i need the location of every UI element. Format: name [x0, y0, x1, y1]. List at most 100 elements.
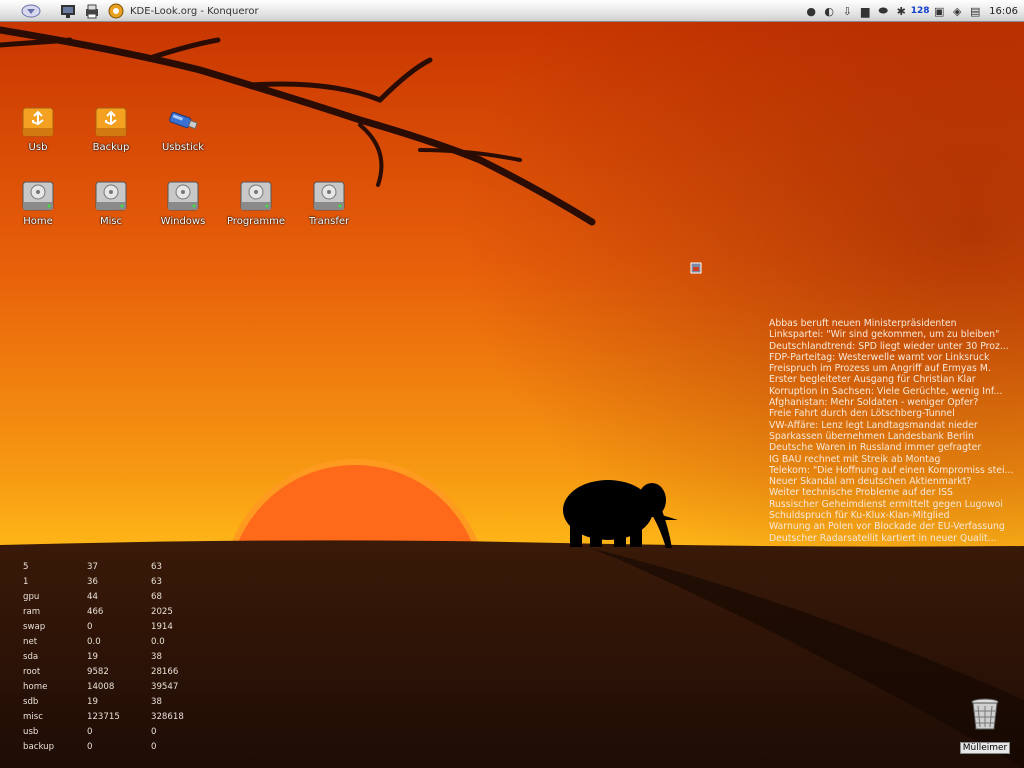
- news-item[interactable]: Russischer Geheimdienst ermittelt gegen …: [769, 499, 1019, 510]
- sysmon-label: backup: [23, 742, 55, 752]
- news-item[interactable]: Abbas beruft neuen Ministerpräsidenten: [769, 318, 1019, 329]
- desktop-icon-label: Transfer: [308, 216, 350, 227]
- disk-mount-icon[interactable]: ⬬: [875, 3, 891, 19]
- news-item[interactable]: Korruption in Sachsen: Viele Gerüchte, w…: [769, 386, 1019, 397]
- sysmon-label: swap: [23, 622, 46, 632]
- desktop-icon-misc[interactable]: Misc: [79, 178, 143, 227]
- sysmon-total: 328618: [151, 712, 184, 722]
- desktop-icon-programme[interactable]: Programme: [224, 178, 288, 227]
- news-item[interactable]: Erster begleiteter Ausgang für Christian…: [769, 374, 1019, 385]
- desktop-icon-label: Home: [23, 216, 53, 227]
- sysmon-total: 2025: [151, 607, 173, 617]
- news-item[interactable]: Sparkassen übernehmen Landesbank Berlin: [769, 431, 1019, 442]
- k-menu-button[interactable]: [18, 2, 44, 20]
- news-item[interactable]: Deutsche Waren in Russland immer gefragt…: [769, 442, 1019, 453]
- small-desktop-icon[interactable]: [690, 259, 702, 278]
- clipboard-icon[interactable]: ▣: [931, 3, 947, 19]
- desktop-launcher[interactable]: [58, 2, 78, 20]
- sysmon-used: 0.0: [87, 637, 101, 647]
- konqueror-launcher[interactable]: [106, 2, 126, 20]
- usb-drive-icon: [22, 107, 54, 137]
- sysmon-total: 38: [151, 652, 162, 662]
- desktop-icon-trash[interactable]: Mülleimer: [958, 697, 1012, 754]
- hard-disk-icon: [95, 181, 127, 211]
- taskbar-window-title[interactable]: KDE-Look.org - Konqueror: [130, 2, 330, 20]
- konqueror-icon: [108, 3, 124, 19]
- sysmon-used: 0: [87, 742, 93, 752]
- news-feed-widget: Abbas beruft neuen Ministerpräsidenten L…: [769, 318, 1019, 544]
- sysmon-used: 466: [87, 607, 104, 617]
- news-item[interactable]: Freispruch im Prozess um Angriff auf Erm…: [769, 363, 1019, 374]
- sysmon-total: 1914: [151, 622, 173, 632]
- news-item[interactable]: Schuldspruch für Ku-Klux-Klan-Mitglied: [769, 510, 1019, 521]
- sysmon-label: 1: [23, 577, 29, 587]
- download-icon[interactable]: ⇩: [839, 3, 855, 19]
- sysmon-label: gpu: [23, 592, 40, 602]
- sysmon-total: 63: [151, 577, 162, 587]
- news-item[interactable]: VW-Affäre: Lenz legt Landtagsmandat nied…: [769, 420, 1019, 431]
- news-item[interactable]: Warnung an Polen vor Blockade der EU-Ver…: [769, 521, 1019, 532]
- news-item[interactable]: Deutscher Radarsatellit kartiert in neue…: [769, 533, 1019, 544]
- sysmon-label: misc: [23, 712, 43, 722]
- news-item[interactable]: Freie Fahrt durch den Lötschberg-Tunnel: [769, 408, 1019, 419]
- sysmon-used: 37: [87, 562, 98, 572]
- desktop-icon-label: Misc: [99, 216, 123, 227]
- kde-panel: KDE-Look.org - Konqueror ● ◐ ⇩ ▆ ⬬ ✱ 128…: [0, 0, 1024, 22]
- sysmon-total: 68: [151, 592, 162, 602]
- sysmon-total: 0: [151, 742, 157, 752]
- sysmon-used: 44: [87, 592, 98, 602]
- bluetooth-icon[interactable]: ✱: [893, 3, 909, 19]
- webcam-icon[interactable]: ●: [803, 3, 819, 19]
- sysmon-total: 0.0: [151, 637, 165, 647]
- hard-disk-icon: [167, 181, 199, 211]
- desktop-icon-backup[interactable]: Backup: [79, 104, 143, 153]
- trash-can-icon: [971, 698, 999, 730]
- sysmon-used: 19: [87, 652, 98, 662]
- desktop-icon-label: Backup: [92, 142, 130, 153]
- clock[interactable]: 16:06: [985, 6, 1024, 17]
- hard-disk-icon: [240, 181, 272, 211]
- network-icon[interactable]: ▤: [967, 3, 983, 19]
- news-item[interactable]: IG BAU rechnet mit Streik ab Montag: [769, 454, 1019, 465]
- desktop-icon-transfer[interactable]: Transfer: [297, 178, 361, 227]
- sysmon-used: 19: [87, 697, 98, 707]
- media-player-icon[interactable]: ◐: [821, 3, 837, 19]
- system-tray: ● ◐ ⇩ ▆ ⬬ ✱ 128 ▣ ◈ ▤ 16:06: [803, 2, 1024, 20]
- printer-launcher[interactable]: [82, 2, 102, 20]
- trash-label: Mülleimer: [959, 742, 1011, 754]
- usb-drive-icon: [95, 107, 127, 137]
- diamond-icon[interactable]: ◈: [949, 3, 965, 19]
- sysmon-label: ram: [23, 607, 41, 617]
- news-item[interactable]: Afghanistan: Mehr Soldaten - weniger Opf…: [769, 397, 1019, 408]
- sysmon-label: home: [23, 682, 48, 692]
- desktop-icon-label: Programme: [226, 216, 286, 227]
- sysmon-label: 5: [23, 562, 29, 572]
- news-item[interactable]: Telekom: "Die Hoffnung auf einen Komprom…: [769, 465, 1019, 476]
- sysmon-used: 14008: [87, 682, 115, 692]
- monitor-icon: [61, 5, 75, 18]
- news-item[interactable]: FDP-Parteitag: Westerwelle warnt vor Lin…: [769, 352, 1019, 363]
- sysmon-used: 0: [87, 727, 93, 737]
- app-icon: [690, 262, 702, 274]
- desktop-icon-home[interactable]: Home: [6, 178, 70, 227]
- battery-indicator[interactable]: 128: [911, 3, 930, 19]
- hard-disk-icon: [22, 181, 54, 211]
- sysmon-label: usb: [23, 727, 39, 737]
- news-item[interactable]: Neuer Skandal am deutschen Aktienmarkt?: [769, 476, 1019, 487]
- sysmon-total: 0: [151, 727, 157, 737]
- desktop-icon-usb[interactable]: Usb: [6, 104, 70, 153]
- sysmon-total: 63: [151, 562, 162, 572]
- usb-stick-icon: [169, 111, 198, 130]
- desktop-icon-usbstick[interactable]: Usbstick: [151, 104, 215, 153]
- news-item[interactable]: Weiter technische Probleme auf der ISS: [769, 487, 1019, 498]
- sysmon-used: 36: [87, 577, 98, 587]
- sysmon-label: net: [23, 637, 38, 647]
- news-item[interactable]: Linkspartei: "Wir sind gekommen, um zu b…: [769, 329, 1019, 340]
- desktop-icon-label: Windows: [160, 216, 206, 227]
- hard-disk-icon: [313, 181, 345, 211]
- news-item[interactable]: Deutschlandtrend: SPD liegt wieder unter…: [769, 341, 1019, 352]
- k-menu-icon: [21, 4, 41, 18]
- desktop-icon-windows[interactable]: Windows: [151, 178, 215, 227]
- storage-icon[interactable]: ▆: [857, 3, 873, 19]
- printer-icon: [86, 4, 98, 19]
